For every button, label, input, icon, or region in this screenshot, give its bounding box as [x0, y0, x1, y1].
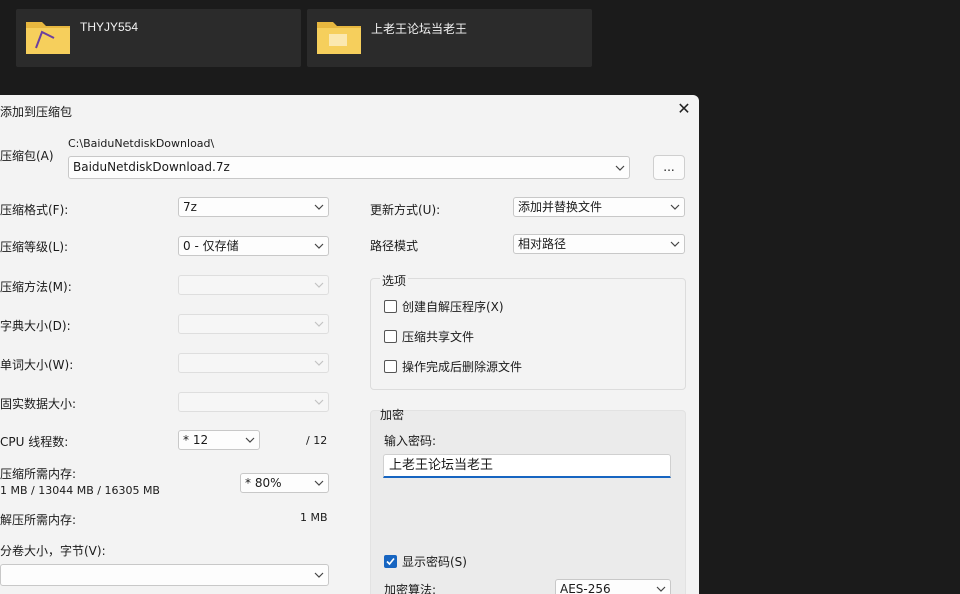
chevron-down-icon — [314, 399, 324, 405]
delete-after-checkbox[interactable] — [384, 360, 397, 373]
enc-method-select[interactable]: AES-256 — [555, 579, 671, 594]
method-select[interactable] — [178, 275, 329, 295]
show-password-label: 显示密码(S) — [402, 555, 467, 569]
folder-tile-laowang[interactable]: 上老王论坛当老王 — [307, 9, 592, 67]
dialog-title: 添加到压缩包 — [0, 105, 73, 119]
volume-label: 分卷大小，字节(V): — [0, 544, 106, 558]
format-select[interactable]: 7z — [178, 197, 329, 217]
mem-compress-label: 压缩所需内存: — [0, 467, 77, 481]
delete-after-label: 操作完成后删除源文件 — [402, 360, 523, 374]
shared-files-label: 压缩共享文件 — [402, 330, 475, 344]
checkmark-icon — [386, 557, 395, 566]
format-label: 压缩格式(F): — [0, 203, 69, 217]
update-select[interactable]: 添加并替换文件 — [513, 197, 685, 217]
pathmode-value: 相对路径 — [518, 237, 567, 251]
threads-label: CPU 线程数: — [0, 435, 69, 449]
dict-select[interactable] — [178, 314, 329, 334]
update-value: 添加并替换文件 — [518, 200, 603, 214]
enc-method-value: AES-256 — [560, 582, 611, 594]
level-value: 0 - 仅存储 — [183, 239, 239, 253]
browse-button[interactable]: ... — [653, 155, 685, 180]
level-label: 压缩等级(L): — [0, 240, 69, 254]
volume-select[interactable] — [0, 564, 329, 586]
chevron-down-icon — [314, 360, 324, 366]
password-value: 上老王论坛当老王 — [389, 458, 494, 473]
folder-name: THYJY554 — [80, 20, 139, 34]
dict-label: 字典大小(D): — [0, 319, 71, 333]
folder-icon — [317, 22, 361, 54]
format-value: 7z — [183, 200, 197, 214]
pathmode-select[interactable]: 相对路径 — [513, 234, 685, 254]
shared-files-checkbox[interactable] — [384, 330, 397, 343]
chevron-down-icon — [314, 282, 324, 288]
show-password-checkbox[interactable] — [384, 555, 397, 568]
chevron-down-icon — [314, 480, 324, 486]
word-select[interactable] — [178, 353, 329, 373]
archive-name-combo[interactable]: BaiduNetdiskDownload.7z — [68, 156, 630, 179]
chevron-down-icon — [245, 437, 255, 443]
mem-compress-select[interactable]: * 80% — [240, 473, 329, 493]
chevron-down-icon — [615, 165, 625, 171]
threads-value: * 12 — [183, 433, 209, 447]
close-icon[interactable]: ✕ — [674, 99, 694, 119]
threads-max: / 12 — [306, 434, 328, 447]
pathmode-label: 路径模式 — [370, 239, 419, 253]
folder-tile-thyjy554[interactable]: THYJY554 — [16, 9, 301, 67]
add-to-archive-dialog: 添加到压缩包 ✕ 压缩包(A) C:\BaiduNetdiskDownload\… — [0, 95, 699, 594]
mem-decompress-label: 解压所需内存: — [0, 513, 77, 527]
archive-label: 压缩包(A) — [0, 149, 54, 163]
chevron-down-icon — [314, 321, 324, 327]
solid-select[interactable] — [178, 392, 329, 412]
encryption-title: 加密 — [380, 408, 405, 422]
archive-name-value: BaiduNetdiskDownload.7z — [73, 160, 230, 174]
chevron-down-icon — [670, 241, 680, 247]
level-select[interactable]: 0 - 仅存储 — [178, 236, 329, 256]
threads-select[interactable]: * 12 — [178, 430, 260, 450]
chevron-down-icon — [314, 204, 324, 210]
password-label: 输入密码: — [384, 434, 437, 448]
sfx-checkbox[interactable] — [384, 300, 397, 313]
chevron-down-icon — [314, 572, 324, 578]
options-title: 选项 — [380, 272, 409, 289]
mem-compress-value: * 80% — [245, 476, 282, 490]
update-label: 更新方式(U): — [370, 203, 441, 217]
word-label: 单词大小(W): — [0, 358, 74, 372]
chevron-down-icon — [656, 586, 666, 592]
chevron-down-icon — [670, 204, 680, 210]
mem-compress-detail: 1 MB / 13044 MB / 16305 MB — [0, 484, 160, 497]
sfx-label: 创建自解压程序(X) — [402, 300, 504, 314]
mem-decompress-value: 1 MB — [300, 511, 328, 524]
folder-icon — [26, 22, 70, 54]
folder-name: 上老王论坛当老王 — [371, 22, 468, 36]
method-label: 压缩方法(M): — [0, 280, 72, 294]
chevron-down-icon — [314, 243, 324, 249]
enc-method-label: 加密算法: — [384, 583, 437, 594]
archive-path: C:\BaiduNetdiskDownload\ — [68, 137, 215, 150]
solid-label: 固实数据大小: — [0, 397, 77, 411]
password-input[interactable]: 上老王论坛当老王 — [383, 454, 671, 478]
